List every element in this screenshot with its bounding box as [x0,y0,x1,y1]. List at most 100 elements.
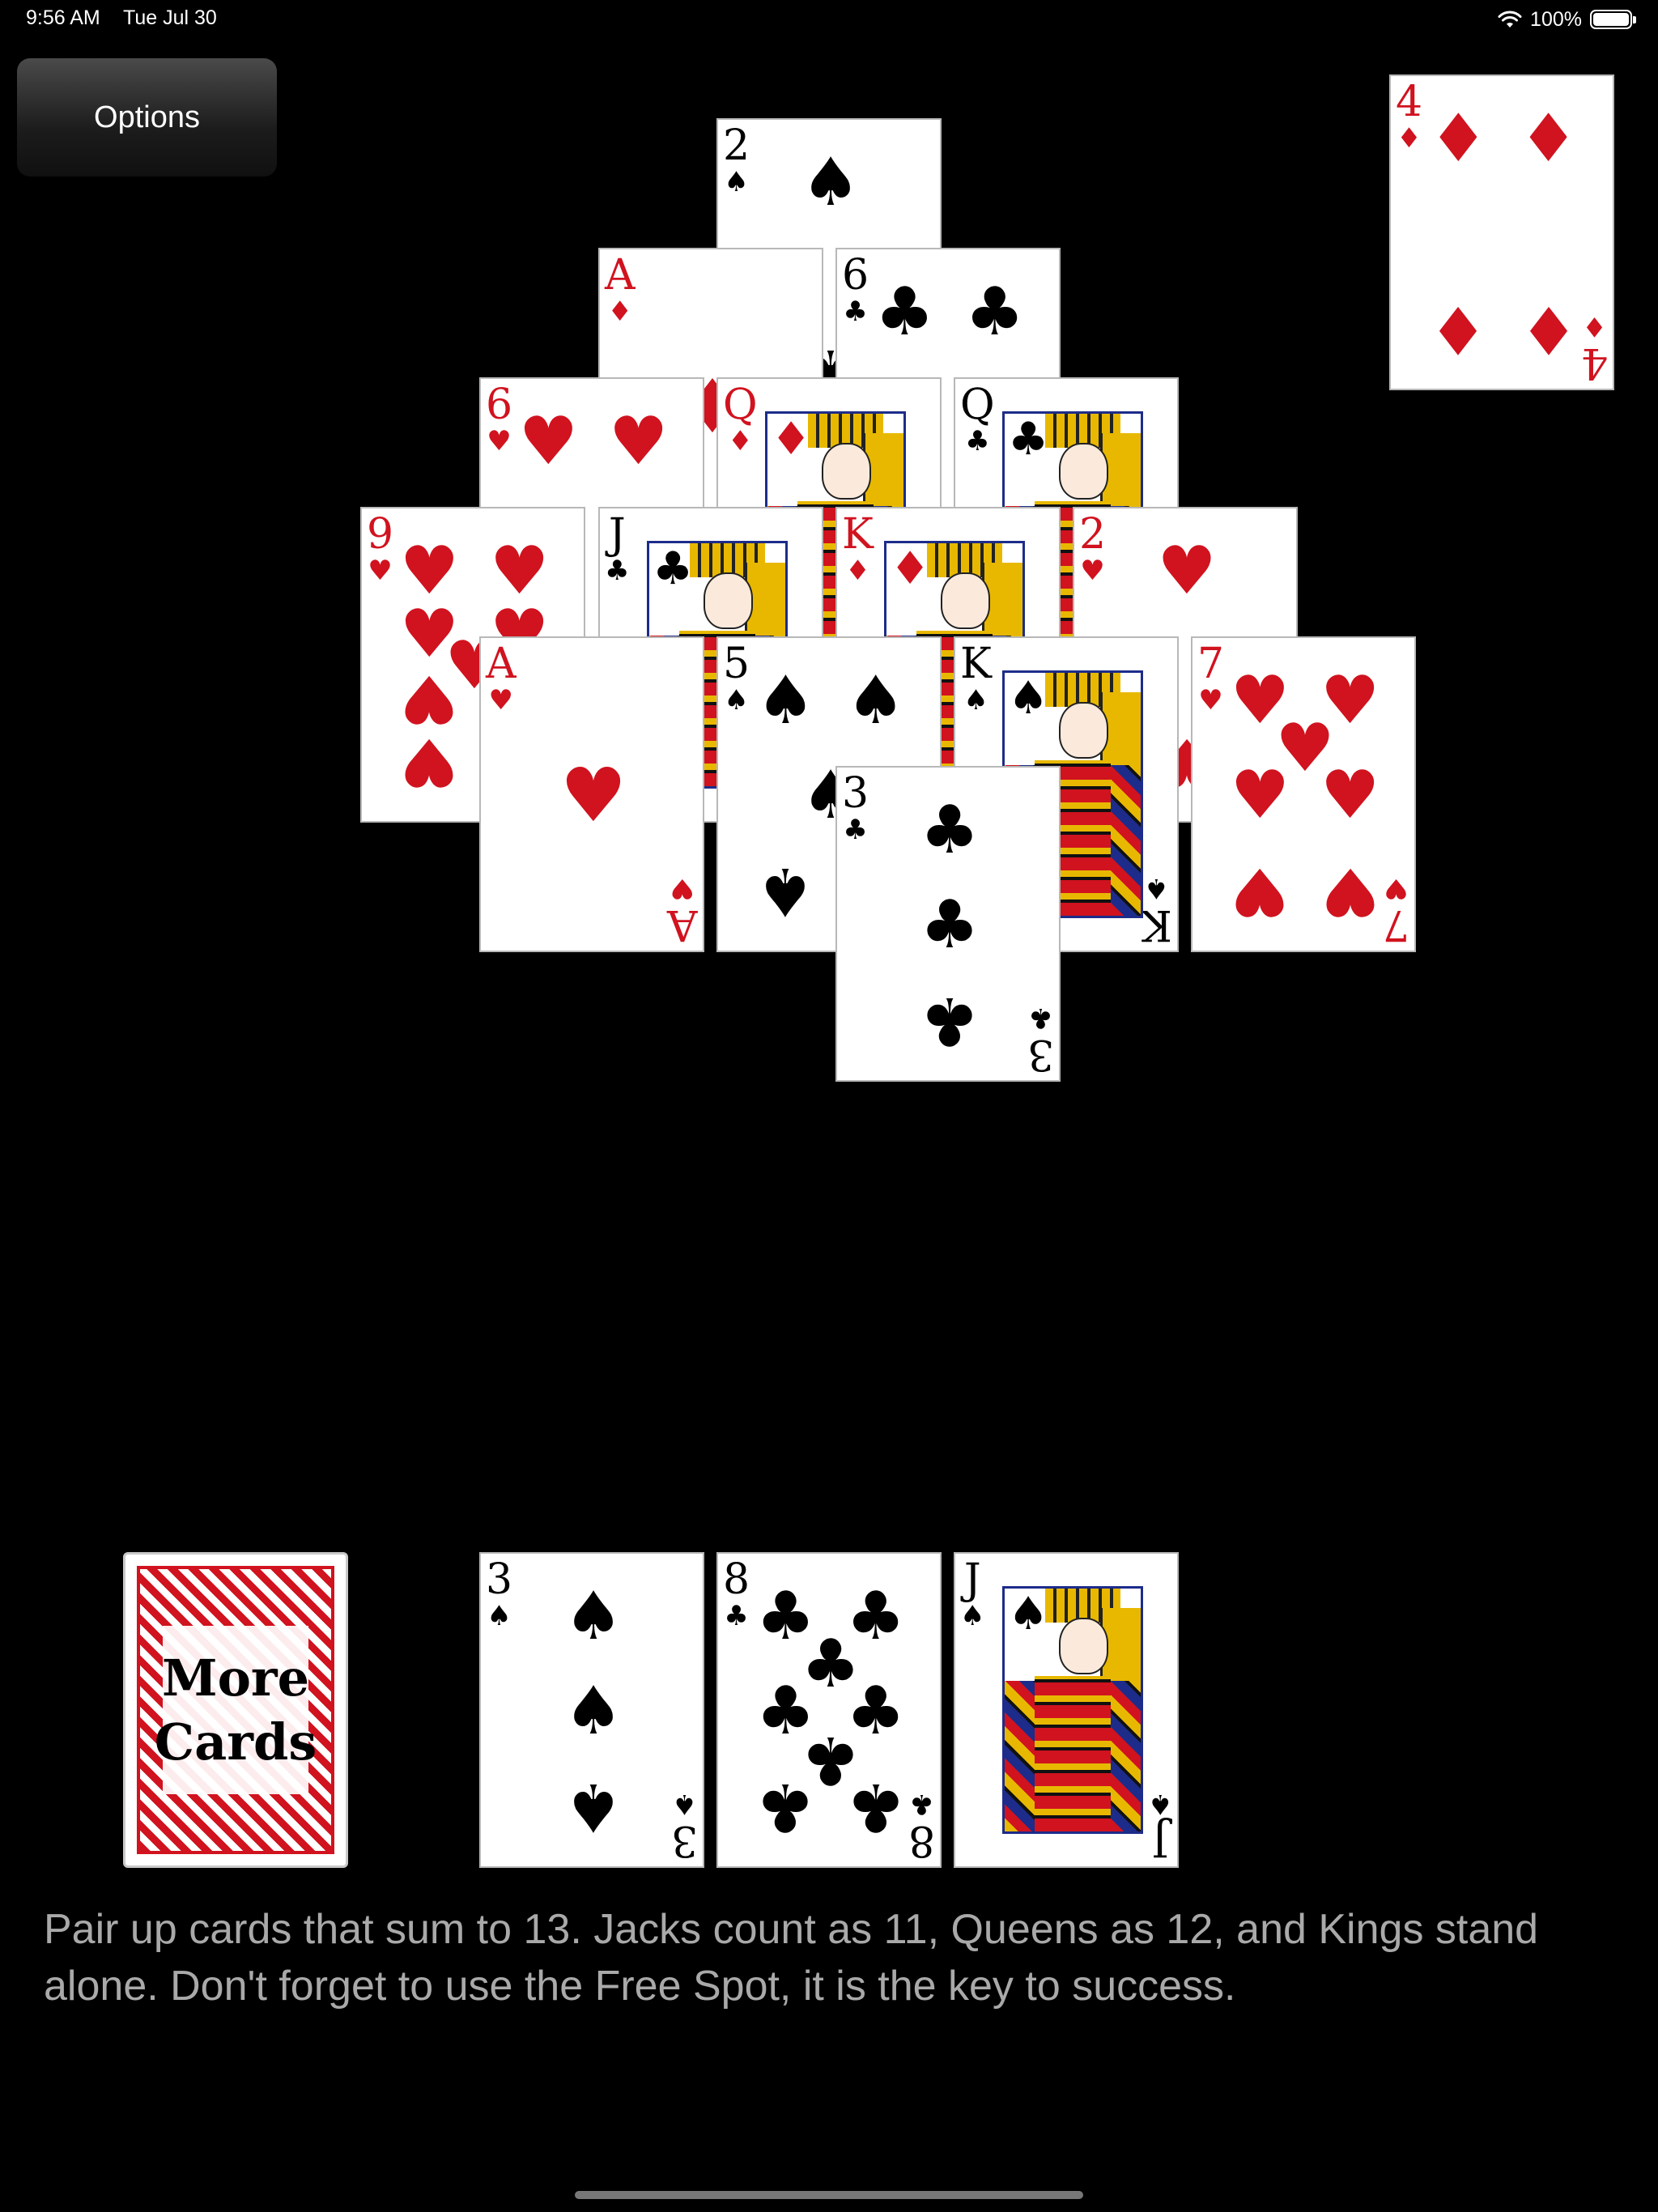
more-cards-button[interactable]: More Cards [123,1552,348,1868]
card-suit: ♦ [1582,310,1607,342]
card-rank: K [842,510,874,559]
card-pip: ♣ [874,274,935,351]
card-corner-index: Q ♦ [723,384,758,455]
card-rank: 7 [1382,900,1409,949]
playing-card[interactable]: 4 ♦ 4 ♦ ♦ ♦ ♦ ♦ [1389,74,1614,390]
card-pip: ♠ [563,1673,623,1750]
card-suit: ♣ [843,814,868,846]
card-back-pattern: More Cards [137,1566,334,1854]
card-pip: ♥ [608,403,669,480]
card-pip: ♠ [563,1578,623,1655]
card-suit: ♦ [728,425,753,457]
card-corner-index: 6 ♥ [486,384,512,455]
court-card-art: ♠ [1002,1586,1143,1834]
playing-card[interactable]: A ♥ A ♥ ♥ [479,636,704,952]
card-rank: J [608,510,626,559]
card-suit: ♦ [771,413,812,466]
card-pip: ♣ [964,274,1025,351]
card-pip: ♥ [489,533,550,610]
card-pip: ♦ [1518,291,1579,368]
card-corner-index-bottom: 7 ♥ [1382,872,1409,949]
card-suit: ♥ [487,425,512,457]
card-rank: K [960,640,992,688]
playing-card[interactable]: J ♠ J ♠ ♠ [954,1552,1179,1868]
playing-card[interactable]: 3 ♠ 3 ♠ ♠ ♠ ♠ [479,1552,704,1868]
card-suit: ♠ [1008,1588,1049,1640]
card-corner-index: 6 ♣ [842,254,869,325]
robe-art [1034,1676,1112,1831]
status-date: Tue Jul 30 [123,6,217,29]
card-corner-index: 3 ♣ [842,772,869,844]
help-text: Pair up cards that sum to 13. Jacks coun… [44,1906,1539,2010]
card-pip: ♣ [920,887,980,963]
card-suit: ♥ [368,555,393,587]
card-corner-index: 4 ♦ [1396,81,1422,152]
card-pip: ♦ [1518,100,1579,177]
card-rank: 6 [486,381,513,429]
card-pip: ♥ [1157,533,1217,610]
playing-card[interactable]: 3 ♣ 3 ♣ ♣ ♣ ♣ [835,766,1061,1082]
card-suit: ♦ [607,296,633,328]
head-art [1059,702,1109,759]
card-pip: ♥ [1320,757,1380,834]
card-rank: 6 [842,251,869,300]
card-corner-index-bottom: A ♥ [667,872,698,949]
card-pip: ♥ [1230,853,1290,929]
card-suit: ♣ [724,1600,749,1632]
home-indicator[interactable] [575,2191,1083,2199]
card-suit: ♠ [1008,672,1049,725]
card-pip: ♥ [399,533,460,610]
card-corner-index: 2 ♠ [723,125,750,196]
card-corner-index: 3 ♠ [486,1559,512,1630]
card-pip: ♠ [755,662,816,739]
card-suit: ♣ [605,555,630,587]
card-suit: ♠ [724,166,749,198]
status-time: 9:56 AM [26,6,100,29]
card-suit: ♥ [1080,555,1105,587]
card-suit: ♠ [724,684,749,717]
card-suit: ♥ [670,872,695,904]
card-corner-index: A ♥ [486,643,517,714]
card-suit: ♠ [1144,872,1169,904]
card-corner-index: 2 ♥ [1079,513,1106,585]
card-rank: A [486,640,517,688]
card-corner-index: Q ♣ [960,384,995,455]
card-pip: ♠ [755,853,816,929]
card-suit: ♠ [1147,1788,1172,1820]
card-suit: ♦ [845,555,870,587]
card-pip: ♥ [399,723,460,800]
card-suit: ♦ [890,542,931,595]
card-pip: ♣ [845,1768,906,1845]
card-rank: Q [723,381,758,429]
status-right: 100% [1498,5,1636,34]
card-pip: ♠ [845,662,906,739]
card-pip: ♦ [1428,100,1489,177]
card-rank: J [963,1555,981,1604]
card-rank: 7 [1197,640,1225,688]
card-suit: ♥ [1198,684,1223,717]
playing-card[interactable]: 7 ♥ 7 ♥ ♥ ♥ ♥ ♥ ♥ ♥ ♥ [1191,636,1416,952]
card-suit: ♣ [909,1788,934,1820]
card-corner-index: 9 ♥ [367,513,393,585]
options-button[interactable]: Options [17,58,277,177]
card-rank: 2 [723,121,750,170]
card-pip: ♥ [559,752,627,839]
playing-card[interactable]: 8 ♣ 8 ♣ ♣ ♣ ♣ ♣ ♣ ♣ ♣ ♣ [716,1552,942,1868]
head-art [1059,443,1109,500]
card-suit: ♣ [1028,1002,1053,1034]
card-rank: 8 [723,1555,750,1604]
card-rank: J [1151,1816,1169,1865]
card-rank: 3 [842,769,869,818]
card-corner-index: K ♠ [960,643,992,714]
card-pip: ♥ [399,660,460,737]
card-rank: 2 [1079,510,1107,559]
card-pip: ♠ [563,1768,623,1845]
card-suit: ♠ [963,684,988,717]
card-pip: ♣ [755,1768,816,1845]
card-pip: ♥ [518,403,579,480]
head-art [1059,1618,1109,1674]
card-corner-index-bottom: K ♠ [1141,872,1172,949]
card-suit: ♥ [1384,872,1409,904]
card-corner-index: A ♦ [605,254,636,325]
card-rank: A [605,251,636,300]
